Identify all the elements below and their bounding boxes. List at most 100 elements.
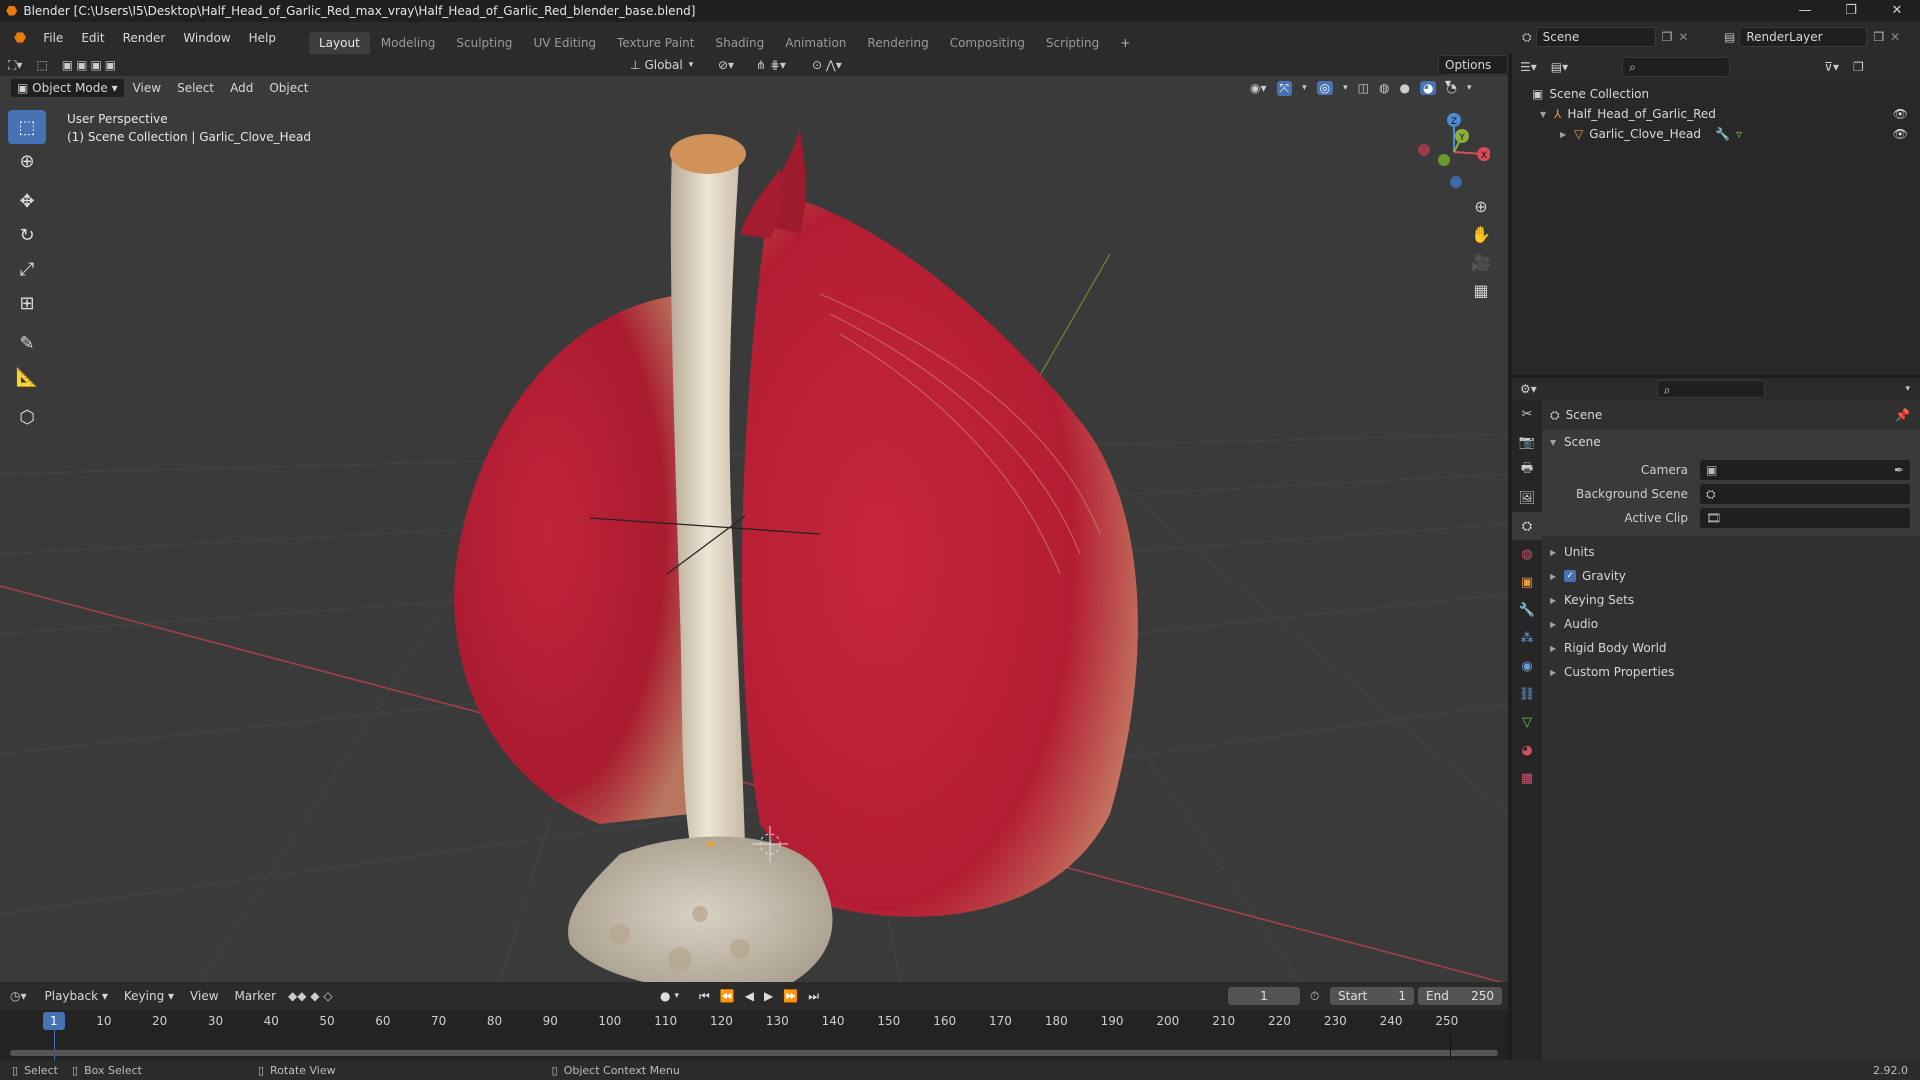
tab-shading[interactable]: Shading bbox=[705, 32, 774, 54]
jump-start-icon[interactable]: ⏮ bbox=[699, 989, 710, 1004]
outliner-editor-icon[interactable]: ☰▾ bbox=[1520, 60, 1537, 74]
blender-menu-icon[interactable]: ⬣ bbox=[6, 30, 34, 46]
overlay-icon[interactable]: ◎ bbox=[1316, 81, 1334, 95]
render-layer-field[interactable]: RenderLayer bbox=[1739, 27, 1868, 47]
panel-gravity[interactable]: ▶ ✓ Gravity bbox=[1542, 564, 1920, 588]
particles-tab-icon[interactable]: ⁂ bbox=[1512, 624, 1542, 652]
render-tab-icon[interactable]: 📷 bbox=[1512, 428, 1542, 456]
snap-icon[interactable]: ⋔ ⋕▾ bbox=[756, 58, 786, 72]
proportional-edit-icon[interactable]: ⊙ ⋀▾ bbox=[812, 58, 842, 72]
move-tool-icon[interactable]: ✥ bbox=[8, 184, 46, 218]
gravity-checkbox[interactable]: ✓ bbox=[1564, 570, 1576, 582]
background-scene-field[interactable]: ⛭ bbox=[1700, 484, 1910, 504]
object-tab-icon[interactable]: ▣ bbox=[1512, 568, 1542, 596]
chevron-down-icon[interactable]: ▾ bbox=[674, 991, 679, 1001]
new-scene-icon[interactable]: ❐ bbox=[1662, 30, 1673, 44]
rendered-shading-icon[interactable]: ◔ bbox=[1446, 81, 1456, 95]
wireframe-shading-icon[interactable]: ◍ bbox=[1379, 81, 1389, 95]
chevron-down-icon[interactable]: ▾ bbox=[1905, 384, 1910, 394]
panel-audio[interactable]: ▶ Audio bbox=[1542, 612, 1920, 636]
menu-edit[interactable]: Edit bbox=[72, 22, 113, 54]
menu-keying[interactable]: Keying ▾ bbox=[116, 986, 182, 1006]
chevron-down-icon[interactable]: ▾ bbox=[1302, 83, 1307, 93]
timeline-ruler[interactable]: 1 10 20 30 40 50 60 70 80 90 100 110 120 130 140 150 160… bbox=[0, 1010, 1508, 1060]
3d-viewport[interactable] bbox=[0, 54, 1508, 982]
tab-sculpting[interactable]: Sculpting bbox=[446, 32, 522, 54]
transform-tool-icon[interactable]: ⊞ bbox=[8, 286, 46, 320]
editor-type-icon[interactable]: ⛶▾ bbox=[0, 58, 30, 73]
restore-icon[interactable]: ❐ bbox=[1828, 0, 1874, 22]
scale-tool-icon[interactable]: ⤢ bbox=[8, 252, 46, 286]
material-tab-icon[interactable]: ◕ bbox=[1512, 736, 1542, 764]
tab-uv-editing[interactable]: UV Editing bbox=[523, 32, 606, 54]
tab-scripting[interactable]: Scripting bbox=[1036, 32, 1109, 54]
play-reverse-icon[interactable]: ◀ bbox=[745, 989, 754, 1003]
eyedropper-icon[interactable]: ✒ bbox=[1894, 463, 1904, 477]
tab-modeling[interactable]: Modeling bbox=[371, 32, 446, 54]
outliner-item[interactable]: ▼ ⅄ Half_Head_of_Garlic_Red 👁 bbox=[1532, 104, 1920, 124]
outliner-item[interactable]: ▶ ▽ Garlic_Clove_Head 🔧 ▿ 👁 bbox=[1532, 124, 1920, 144]
cursor-tool-icon[interactable]: ⊕ bbox=[8, 144, 46, 178]
tab-compositing[interactable]: Compositing bbox=[940, 32, 1035, 54]
menu-help[interactable]: Help bbox=[240, 22, 285, 54]
material-shading-icon[interactable]: ◕ bbox=[1419, 81, 1437, 95]
tab-animation[interactable]: Animation bbox=[775, 32, 856, 54]
keyframe-icons[interactable]: ◆◆ ◆ ◇ bbox=[288, 989, 333, 1003]
panel-units[interactable]: ▶ Units bbox=[1542, 540, 1920, 564]
expand-icon[interactable]: ▶ bbox=[1560, 130, 1574, 139]
scene-name-field[interactable]: Scene bbox=[1535, 27, 1656, 47]
tool-tab-icon[interactable]: ✂ bbox=[1512, 400, 1542, 428]
data-tab-icon[interactable]: ▽ bbox=[1512, 708, 1542, 736]
prev-keyframe-icon[interactable]: ⏪ bbox=[720, 989, 735, 1003]
perspective-toggle-icon[interactable]: ▦ bbox=[1467, 276, 1495, 304]
rotate-tool-icon[interactable]: ↻ bbox=[8, 218, 46, 252]
filter-icon[interactable]: ⊽▾ bbox=[1824, 60, 1839, 74]
chevron-down-icon[interactable]: ▾ bbox=[1343, 83, 1348, 93]
transform-orientation[interactable]: ⊥ Global ▾ bbox=[630, 58, 693, 72]
texture-tab-icon[interactable]: ▦ bbox=[1512, 764, 1542, 792]
menu-select[interactable]: Select bbox=[169, 78, 222, 98]
eye-icon[interactable]: 👁 bbox=[1893, 107, 1908, 121]
select-box-tool-icon[interactable]: ⬚ bbox=[8, 110, 46, 144]
tab-layout[interactable]: Layout bbox=[309, 32, 370, 54]
zoom-icon[interactable]: ⊕ bbox=[1467, 192, 1495, 220]
menu-render[interactable]: Render bbox=[114, 22, 175, 54]
selection-modes[interactable]: ▣▣▣▣ bbox=[54, 58, 127, 72]
panel-custom-properties[interactable]: ▶ Custom Properties bbox=[1542, 660, 1920, 684]
mode-selector[interactable]: ▣ Object Mode ▾ bbox=[10, 78, 125, 98]
play-icon[interactable]: ▶ bbox=[764, 989, 773, 1003]
display-mode-icon[interactable]: ▤▾ bbox=[1551, 60, 1568, 74]
panel-keying-sets[interactable]: ▶ Keying Sets bbox=[1542, 588, 1920, 612]
pivot-icon[interactable]: ⊘▾ bbox=[718, 58, 734, 72]
timeline-editor-icon[interactable]: ◷▾ bbox=[0, 989, 37, 1003]
properties-search-input[interactable]: ⌕ bbox=[1656, 380, 1765, 398]
modifier-tab-icon[interactable]: 🔧 bbox=[1512, 596, 1542, 624]
select-tool-icon[interactable]: ⬚ bbox=[30, 58, 53, 72]
menu-add[interactable]: Add bbox=[222, 78, 261, 98]
remove-render-layer-icon[interactable]: ✕ bbox=[1890, 30, 1900, 44]
menu-view[interactable]: View bbox=[125, 78, 169, 98]
gizmo-icon[interactable]: ⤧ bbox=[1276, 80, 1293, 96]
menu-marker[interactable]: Marker bbox=[227, 986, 284, 1006]
options-button[interactable]: Options ▾ bbox=[1438, 55, 1508, 90]
tab-texture-paint[interactable]: Texture Paint bbox=[607, 32, 704, 54]
pan-hand-icon[interactable]: ✋ bbox=[1467, 220, 1495, 248]
output-tab-icon[interactable]: 🖶 bbox=[1512, 456, 1542, 484]
next-keyframe-icon[interactable]: ⏩ bbox=[783, 989, 798, 1003]
current-frame-field[interactable]: 1 bbox=[1228, 987, 1300, 1005]
outliner-search-input[interactable]: ⌕ bbox=[1622, 57, 1731, 77]
annotate-tool-icon[interactable]: ✎ bbox=[8, 326, 46, 360]
scene-tab-icon[interactable]: ⛭ bbox=[1512, 512, 1542, 540]
measure-tool-icon[interactable]: 📐 bbox=[8, 360, 46, 394]
active-clip-field[interactable]: 🎞 bbox=[1700, 508, 1910, 528]
new-render-layer-icon[interactable]: ❐ bbox=[1873, 30, 1884, 44]
properties-editor-icon[interactable]: ⚙▾ bbox=[1520, 382, 1537, 396]
constraints-tab-icon[interactable]: ⛓ bbox=[1512, 680, 1542, 708]
chevron-down-icon[interactable]: ▾ bbox=[1467, 83, 1472, 93]
outliner-scene-collection[interactable]: ▣ Scene Collection bbox=[1532, 84, 1920, 104]
menu-timeline-view[interactable]: View bbox=[182, 986, 226, 1006]
start-frame-field[interactable]: Start 1 bbox=[1330, 987, 1414, 1005]
remove-scene-icon[interactable]: ✕ bbox=[1678, 30, 1688, 44]
expand-icon[interactable]: ▼ bbox=[1540, 110, 1554, 119]
menu-playback[interactable]: Playback ▾ bbox=[37, 986, 116, 1006]
